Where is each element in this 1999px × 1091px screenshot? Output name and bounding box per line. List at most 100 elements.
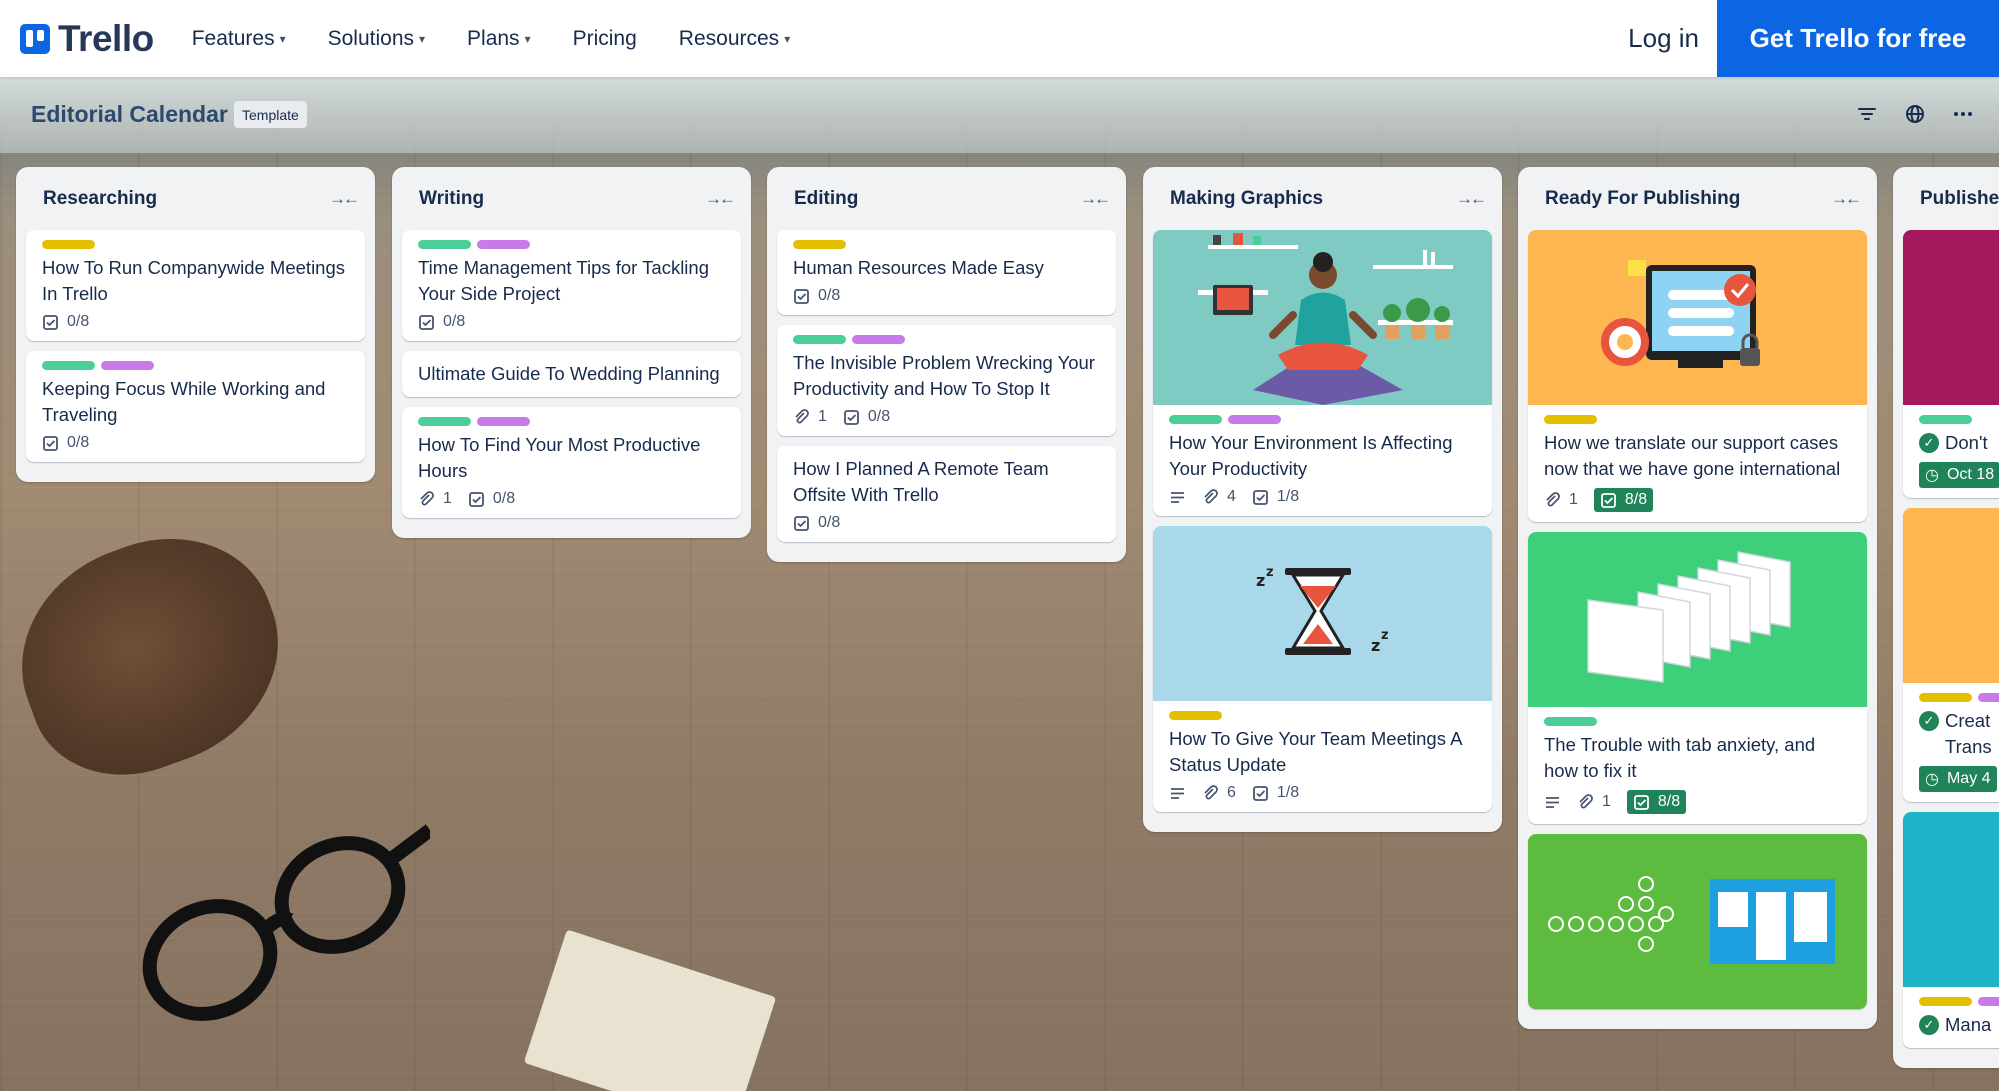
collapse-list-icon[interactable]: →←: [1456, 189, 1487, 209]
card-badges: 4 1/8: [1169, 488, 1476, 506]
login-link[interactable]: Log in: [1628, 0, 1699, 77]
checklist-count: 0/8: [67, 313, 90, 330]
get-trello-button[interactable]: Get Trello for free: [1717, 0, 1999, 77]
card-badges: 1 0/8: [418, 490, 725, 508]
label-purple: [101, 361, 154, 370]
nav-features-label: Features: [191, 26, 275, 50]
paperclip-icon: [1204, 488, 1218, 503]
attachment-count: 6: [1227, 784, 1236, 801]
label-green: [1919, 415, 1972, 424]
card[interactable]: Time Management Tips for Tackling Your S…: [402, 230, 741, 341]
checklist-icon: [43, 314, 58, 330]
card-title: The Invisible Problem Wrecking Your Prod…: [793, 352, 1095, 399]
card-badges: ◷ May 4: [1919, 766, 1999, 792]
card[interactable]: How To Find Your Most Productive Hours 1…: [402, 407, 741, 518]
card[interactable]: [1528, 834, 1867, 1009]
trello-logo[interactable]: Trello: [20, 18, 154, 60]
list-published: Publishe ✓ Don't ◷ Oct 18 ✓ Creat Trans …: [1893, 167, 1999, 1068]
card-labels: [42, 240, 349, 249]
checklist-badge: 1/8: [1252, 784, 1299, 802]
attachment-count: 1: [1569, 491, 1578, 508]
card[interactable]: How we translate our support cases now t…: [1528, 230, 1867, 522]
due-date: Oct 18: [1946, 466, 1995, 483]
list-header: Publishe: [1903, 167, 1999, 230]
card[interactable]: Ultimate Guide To Wedding Planning: [402, 351, 741, 397]
card[interactable]: ✓ Mana: [1903, 812, 1999, 1048]
label-yellow: [1169, 711, 1222, 720]
card-badges: 1 8/8: [1544, 488, 1851, 512]
meditation-illustration: [1198, 233, 1453, 405]
card-title: How I Planned A Remote Team Offsite With…: [793, 458, 1049, 505]
card-title: Mana: [1945, 1014, 1992, 1035]
card-title-row: ✓ Creat: [1919, 708, 1999, 734]
nav-features[interactable]: Features ▾: [192, 27, 286, 51]
checklist-badge: 0/8: [42, 313, 89, 331]
checklist-badge: 0/8: [42, 434, 89, 452]
paperclip-icon: [1204, 784, 1218, 799]
attachment-badge: 1: [1577, 793, 1611, 811]
list-title: Researching: [43, 187, 158, 209]
nav-resources[interactable]: Resources ▾: [679, 27, 790, 51]
label-green: [1544, 717, 1597, 726]
checklist-badge: 0/8: [468, 490, 515, 508]
chevron-down-icon: ▾: [784, 31, 791, 46]
nav-plans[interactable]: Plans ▾: [467, 27, 531, 51]
board-illustration: [1548, 876, 1835, 964]
list-researching: Researching →← How To Run Companywide Me…: [16, 167, 375, 482]
checklist-icon: [794, 515, 809, 531]
checklist-badge: 0/8: [843, 408, 890, 426]
nav-solutions-label: Solutions: [327, 26, 414, 50]
check-circle-icon: ✓: [1919, 711, 1939, 731]
attachment-badge: 1: [1544, 491, 1578, 509]
attachment-count: 1: [1602, 793, 1611, 810]
attachment-badge: 4: [1202, 488, 1236, 506]
card-cover-orange: [1903, 508, 1999, 683]
collapse-list-icon[interactable]: →←: [329, 189, 360, 209]
card[interactable]: How Your Environment Is Affecting Your P…: [1153, 230, 1492, 516]
card[interactable]: Keeping Focus While Working and Travelin…: [26, 351, 365, 462]
card[interactable]: How I Planned A Remote Team Offsite With…: [777, 446, 1116, 542]
checklist-complete-badge: 8/8: [1626, 790, 1687, 814]
card-cover-meditation: [1153, 230, 1492, 405]
nav-solutions[interactable]: Solutions ▾: [328, 27, 425, 51]
card-labels: [793, 335, 1100, 344]
card-badges: 0/8: [42, 313, 349, 331]
list-header: Researching →←: [26, 167, 365, 230]
card-title: How To Run Companywide Meetings In Trell…: [42, 257, 346, 304]
collapse-list-icon[interactable]: →←: [1080, 189, 1111, 209]
description-icon: [1171, 787, 1184, 799]
browser-tabs-illustration: [1587, 551, 1791, 683]
hourglass-illustration: z z z z: [1256, 565, 1389, 655]
card-title: Human Resources Made Easy: [793, 257, 1044, 278]
card-title: Ultimate Guide To Wedding Planning: [418, 363, 720, 384]
checklist-badge: 0/8: [418, 313, 465, 331]
svg-text:z: z: [1381, 628, 1389, 643]
card[interactable]: The Trouble with tab anxiety, and how to…: [1528, 532, 1867, 824]
card-badges: 0/8: [42, 434, 349, 452]
label-yellow: [1919, 997, 1972, 1006]
svg-text:z: z: [1266, 565, 1274, 580]
label-purple: [477, 417, 530, 426]
card[interactable]: ✓ Don't ◷ Oct 18: [1903, 230, 1999, 498]
lists-area: Researching →← How To Run Companywide Me…: [0, 0, 1999, 1091]
paperclip-icon: [420, 490, 434, 505]
card-badges: 1 8/8: [1544, 790, 1851, 814]
list-writing: Writing →← Time Management Tips for Tack…: [392, 167, 751, 538]
card[interactable]: The Invisible Problem Wrecking Your Prod…: [777, 325, 1116, 436]
card[interactable]: How To Run Companywide Meetings In Trell…: [26, 230, 365, 341]
nav-pricing[interactable]: Pricing: [573, 27, 637, 51]
top-nav: Trello Features ▾ Solutions ▾ Plans ▾ Prici…: [0, 0, 1999, 77]
collapse-list-icon[interactable]: →←: [705, 189, 736, 209]
checklist-count: 0/8: [867, 408, 891, 425]
collapse-list-icon[interactable]: →←: [1831, 189, 1862, 209]
card-labels: [418, 240, 725, 249]
card[interactable]: Human Resources Made Easy 0/8: [777, 230, 1116, 315]
attachment-count: 1: [443, 490, 452, 507]
list-title: Making Graphics: [1170, 187, 1324, 209]
card[interactable]: z z z z How To Give Your Team Meetings A…: [1153, 526, 1492, 812]
checklist-count: 0/8: [818, 514, 841, 531]
card[interactable]: ✓ Creat Trans ◷ May 4: [1903, 508, 1999, 802]
list-ready-for-publishing: Ready For Publishing →← How we translate…: [1518, 167, 1877, 1029]
check-circle-icon: ✓: [1919, 1015, 1939, 1035]
card-title-line-2: Trans: [1945, 736, 1992, 757]
